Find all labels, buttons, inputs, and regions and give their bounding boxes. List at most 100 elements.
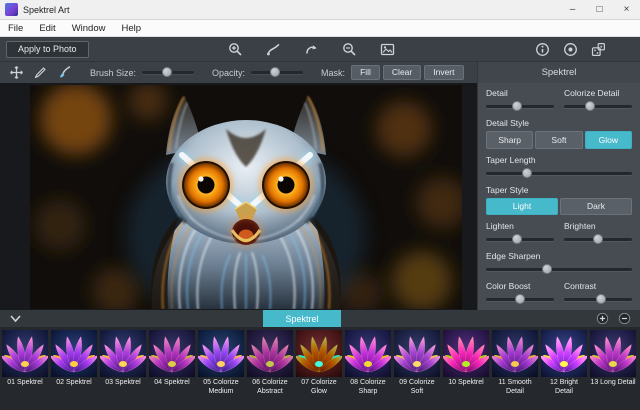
preset-label: 13 Long Detail: [590, 379, 636, 388]
detail-style-label: Detail Style: [486, 118, 632, 128]
preset-label: 06 Colorize Abstract: [247, 379, 293, 397]
chevron-down-icon[interactable]: [8, 311, 23, 326]
menu-help[interactable]: Help: [113, 20, 149, 36]
preview-image-icon[interactable]: [380, 42, 395, 57]
detail-slider[interactable]: [486, 101, 554, 112]
preset-label: 07 Colorize Glow: [296, 379, 342, 397]
redo-icon[interactable]: [304, 42, 319, 57]
zoom-in-icon[interactable]: [228, 42, 243, 57]
title-bar: Spektrel Art – □ ×: [0, 0, 640, 20]
minimize-button[interactable]: –: [559, 0, 586, 19]
thumbnail-strip: 01 Spektrel 02 Spektrel 03 Spektrel 04 S…: [0, 327, 640, 410]
preset-label: 04 Spektrel: [149, 379, 195, 388]
apply-to-photo-button[interactable]: Apply to Photo: [6, 41, 89, 58]
color-boost-slider[interactable]: [486, 294, 554, 305]
info-icon[interactable]: [535, 42, 550, 57]
target-icon[interactable]: [563, 42, 578, 57]
preset-image: [247, 330, 293, 377]
brighten-slider[interactable]: [564, 234, 632, 245]
preset-image: [492, 330, 538, 377]
preset-thumbnail[interactable]: 06 Colorize Abstract: [247, 330, 293, 410]
mask-invert-button[interactable]: Invert: [424, 65, 463, 80]
tool-buttons: [9, 65, 72, 80]
artwork-image[interactable]: [30, 85, 462, 309]
paintbrush-tool-icon[interactable]: [57, 65, 72, 80]
preset-thumbnail[interactable]: 04 Spektrel: [149, 330, 195, 410]
preset-label: 11 Smooth Detail: [492, 379, 538, 397]
detail-style-sharp-button[interactable]: Sharp: [486, 131, 533, 149]
mask-clear-button[interactable]: Clear: [383, 65, 421, 80]
preset-image: [2, 330, 48, 377]
brush-icon[interactable]: [266, 42, 281, 57]
opacity-label: Opacity:: [212, 68, 245, 78]
panel-title: Spektrel: [477, 62, 640, 83]
contrast-label: Contrast: [564, 281, 632, 291]
preset-image: [590, 330, 636, 377]
preset-thumbnail[interactable]: 05 Colorize Medium: [198, 330, 244, 410]
lighten-label: Lighten: [486, 221, 554, 231]
preset-image: [541, 330, 587, 377]
brighten-label: Brighten: [564, 221, 632, 231]
taper-style-label: Taper Style: [486, 185, 632, 195]
preset-label: 02 Spektrel: [51, 379, 97, 388]
taper-length-label: Taper Length: [486, 155, 632, 165]
app-window: Spektrel Art – □ × File Edit Window Help…: [0, 0, 640, 410]
color-boost-label: Color Boost: [486, 281, 554, 291]
add-icon[interactable]: [596, 312, 609, 325]
lighten-slider[interactable]: [486, 234, 554, 245]
preset-thumbnail[interactable]: 01 Spektrel: [2, 330, 48, 410]
taper-style-light-button[interactable]: Light: [486, 198, 558, 216]
preset-category-tab[interactable]: Spektrel: [263, 310, 341, 327]
preset-label: 12 Bright Detail: [541, 379, 587, 397]
app-logo-icon: [5, 3, 18, 16]
preset-thumbnail[interactable]: 12 Bright Detail: [541, 330, 587, 410]
remove-icon[interactable]: [618, 312, 631, 325]
preset-thumbnail[interactable]: 08 Colorize Sharp: [345, 330, 391, 410]
mask-label: Mask:: [321, 68, 345, 78]
preset-thumbnail[interactable]: 02 Spektrel: [51, 330, 97, 410]
toolbar-center-icons: [89, 42, 535, 57]
menu-file[interactable]: File: [0, 20, 31, 36]
edge-sharpen-slider[interactable]: [486, 264, 632, 275]
zoom-out-icon[interactable]: [342, 42, 357, 57]
window-controls: – □ ×: [559, 0, 640, 19]
colorize-detail-slider[interactable]: [564, 101, 632, 112]
move-tool-icon[interactable]: [9, 65, 24, 80]
preset-thumbnail[interactable]: 03 Spektrel: [100, 330, 146, 410]
taper-style-group: Light Dark: [486, 198, 632, 216]
pencil-tool-icon[interactable]: [33, 65, 48, 80]
preset-tab-bar: Spektrel: [0, 310, 640, 327]
close-button[interactable]: ×: [613, 0, 640, 19]
preset-label: 08 Colorize Sharp: [345, 379, 391, 397]
preset-thumbnail[interactable]: 07 Colorize Glow: [296, 330, 342, 410]
preset-thumbnail[interactable]: 13 Long Detail: [590, 330, 636, 410]
preset-thumbnail[interactable]: 10 Spektrel: [443, 330, 489, 410]
maximize-button[interactable]: □: [586, 0, 613, 19]
menu-edit[interactable]: Edit: [31, 20, 63, 36]
main-toolbar: Apply to Photo: [0, 37, 640, 61]
preset-image: [51, 330, 97, 377]
menu-window[interactable]: Window: [64, 20, 114, 36]
mask-fill-button[interactable]: Fill: [351, 65, 380, 80]
preset-label: 05 Colorize Medium: [198, 379, 244, 397]
opacity-slider[interactable]: [251, 67, 303, 78]
preset-thumbnail[interactable]: 11 Smooth Detail: [492, 330, 538, 410]
colorize-detail-label: Colorize Detail: [564, 88, 632, 98]
detail-style-glow-button[interactable]: Glow: [585, 131, 632, 149]
brush-size-slider[interactable]: [142, 67, 194, 78]
detail-style-soft-button[interactable]: Soft: [535, 131, 582, 149]
preset-label: 09 Colorize Soft: [394, 379, 440, 397]
preset-label: 03 Spektrel: [100, 379, 146, 388]
preset-image: [345, 330, 391, 377]
window-title: Spektrel Art: [23, 5, 70, 15]
preset-image: [198, 330, 244, 377]
preset-thumbnail[interactable]: 09 Colorize Soft: [394, 330, 440, 410]
contrast-slider[interactable]: [564, 294, 632, 305]
taper-length-slider[interactable]: [486, 168, 632, 179]
menu-bar: File Edit Window Help: [0, 20, 640, 37]
toolbar-right-icons: [535, 42, 606, 57]
taper-style-dark-button[interactable]: Dark: [560, 198, 632, 216]
preset-label: 10 Spektrel: [443, 379, 489, 388]
preset-label: 01 Spektrel: [2, 379, 48, 388]
random-dice-icon[interactable]: [591, 42, 606, 57]
